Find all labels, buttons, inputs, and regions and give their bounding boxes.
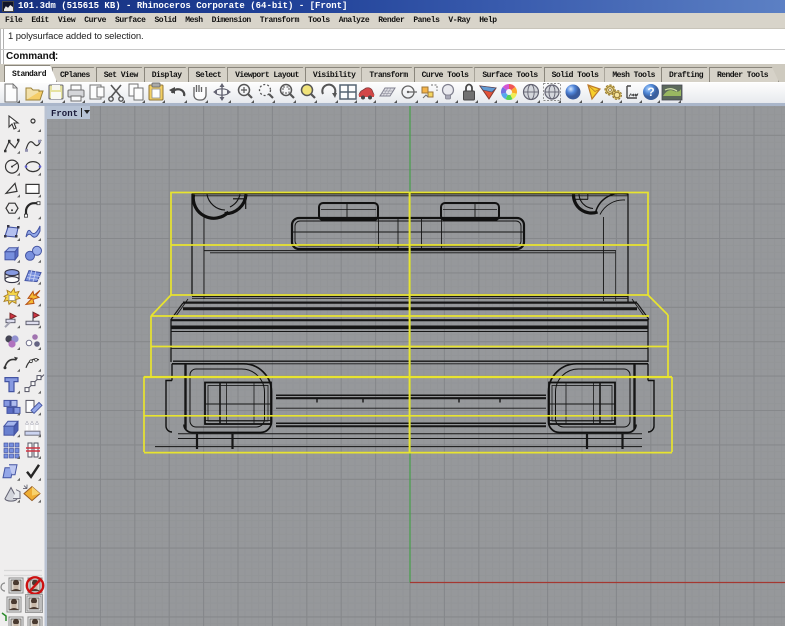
- svg-text:?: ?: [647, 85, 654, 99]
- svg-text:Front: Front: [51, 109, 78, 119]
